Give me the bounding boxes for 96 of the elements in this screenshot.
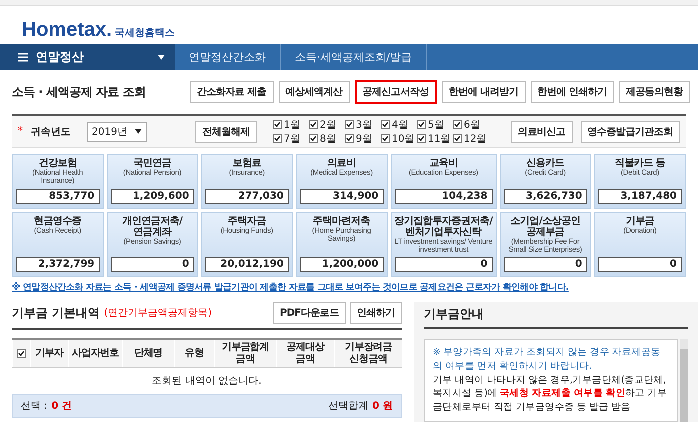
count-label: 선택 : [21, 400, 48, 413]
card-title: 기부금 [626, 216, 654, 226]
sum-value: 0 원 [372, 400, 393, 413]
section-title: 기부금안내 [424, 306, 484, 323]
section-button[interactable]: 인쇄하기 [350, 302, 402, 324]
month-label: 11월 [428, 132, 451, 146]
card-title: 교육비 [429, 158, 458, 169]
month-label: 3월 [356, 118, 372, 132]
sum-label: 선택합계 [328, 400, 369, 413]
month-checkbox[interactable] [416, 120, 426, 129]
check-icon [18, 350, 25, 357]
select-all-checkbox[interactable] [17, 349, 26, 358]
notice-link[interactable]: ※ 연말정산간소화 자료는 소득 · 세액공제 증명서류 발급기관이 제출한 자료를 그대로 보여주는 것이므로 공제요건은 근로자가 확인해야 합니다. [12, 281, 686, 294]
action-button[interactable]: 예상세액계산 [278, 81, 350, 103]
breadcrumb-link[interactable]: 소득·세액공제조회/발급 [281, 44, 428, 70]
month-checkbox[interactable] [308, 134, 318, 143]
month-label: 10월 [392, 132, 415, 146]
column-header: 공제대상 금액 [276, 340, 334, 367]
guide-text: 기부 내역이 나타나지 않은 경우,기부금단체(종교단체, 복지시설 등)에 국세청 자료제출 여부를 확인하고 기부금단체로부터 직접 기부금영수증 등 발급 받음 [433, 374, 668, 415]
amount-field: 1,200,000 [300, 257, 384, 272]
page-title: 소득 · 세액공제 자료 조회 [12, 84, 147, 100]
card-title: 주택자금 [228, 216, 266, 226]
month-label: 7월 [284, 132, 300, 146]
amount-field: 104,238 [394, 188, 493, 204]
action-button[interactable]: 한번에 내려받기 [442, 81, 526, 103]
action-button[interactable]: 간소화자료 제출 [190, 81, 274, 103]
card-title: 개인연금저축/연금계좌 [121, 216, 184, 238]
card-title: 신용카드 [526, 158, 565, 169]
month-label: 12월 [464, 132, 487, 146]
month-label: 4월 [392, 118, 408, 132]
logo-wordmark: Hometax. [22, 20, 112, 40]
amount-field: 0 [504, 257, 588, 272]
amount-field: 3,626,730 [504, 188, 588, 204]
card-title: 장기집합투자증권저축/벤처기업투자신탁 [394, 216, 493, 238]
card-title: 주택마련저축 [313, 216, 370, 226]
amount-field: 314,900 [300, 188, 384, 204]
section-title: 기부금 기본내역 [12, 304, 100, 322]
filter-button[interactable]: 영수증발급기관조회 [580, 120, 680, 142]
card-title: 직불카드 등 [614, 158, 666, 169]
required-mark: * [18, 126, 23, 137]
card-title: 국민연금 [133, 158, 172, 169]
filter-button[interactable]: 의료비신고 [511, 120, 572, 142]
column-header: 기부자 [30, 340, 68, 367]
column-header: 기부금합계 금액 [214, 340, 276, 367]
card-title: 현금영수증 [34, 216, 82, 226]
amount-field: 277,030 [205, 188, 289, 204]
count-value: 0 건 [52, 400, 72, 413]
card-title: 소기업/소상공인 공제부금 [510, 216, 582, 238]
caret-icon [158, 54, 165, 60]
menu-icon [18, 52, 28, 62]
logo-subtitle: 국세청홈택스 [115, 27, 176, 40]
scrollbar[interactable] [680, 339, 688, 422]
clear-months-button[interactable]: 전체월해제 [195, 120, 257, 142]
month-checkbox[interactable] [452, 134, 462, 143]
month-checkbox[interactable] [344, 134, 354, 143]
year-select[interactable]: 2019년 [87, 122, 148, 142]
amount-field: 1,209,600 [110, 188, 194, 204]
action-button[interactable]: 한번에 인쇄하기 [530, 81, 614, 103]
card-title: 보험료 [232, 158, 262, 169]
month-label: 2월 [320, 118, 336, 132]
year-label: 귀속년도 [31, 126, 71, 138]
month-checkbox[interactable] [272, 120, 282, 129]
section-button[interactable]: PDF다운로드 [273, 302, 346, 324]
amount-field: 3,187,480 [598, 188, 682, 204]
month-checkbox[interactable] [416, 134, 426, 143]
action-button[interactable]: 공제신고서작성 [354, 80, 438, 104]
amount-field: 853,770 [16, 188, 100, 204]
amount-field: 0 [394, 257, 493, 272]
month-label: 6월 [464, 118, 480, 132]
month-checkbox[interactable] [344, 120, 354, 129]
amount-field: 20,012,190 [205, 257, 289, 272]
menu-dropdown[interactable]: 연말정산 [0, 44, 175, 70]
column-header: 사업자번호 [68, 340, 122, 367]
month-checkbox[interactable] [272, 134, 282, 143]
amount-field: 2,372,799 [16, 257, 100, 272]
month-label: 9월 [356, 132, 372, 146]
guide-notice: ※ 부양가족의 자료가 조회되지 않는 경우 자료제공동의 여부를 먼저 확인하시기 바랍니다. [433, 346, 662, 374]
empty-message: 조회된 내역이 없습니다. [151, 375, 263, 389]
month-checkbox[interactable] [380, 134, 390, 143]
month-checkbox[interactable] [380, 120, 390, 129]
caret-icon [135, 129, 142, 134]
column-header: 단체명 [122, 340, 174, 367]
amount-field: 0 [598, 257, 682, 272]
amount-field: 0 [110, 257, 194, 272]
card-title: 건강보험 [38, 158, 77, 169]
action-button[interactable]: 제공동의현황 [619, 81, 690, 103]
column-header: 기부장려금 신청금액 [334, 340, 402, 367]
month-checkbox[interactable] [308, 120, 318, 129]
month-label: 1월 [284, 118, 300, 132]
column-header: 유형 [174, 340, 214, 367]
month-label: 5월 [428, 118, 444, 132]
breadcrumb-link[interactable]: 연말정산간소화 [175, 44, 281, 70]
section-subtitle: (연간기부금액공제항목) [104, 307, 213, 320]
month-label: 8월 [320, 132, 336, 146]
card-title: 의료비 [327, 158, 356, 169]
month-checkbox[interactable] [452, 120, 462, 129]
